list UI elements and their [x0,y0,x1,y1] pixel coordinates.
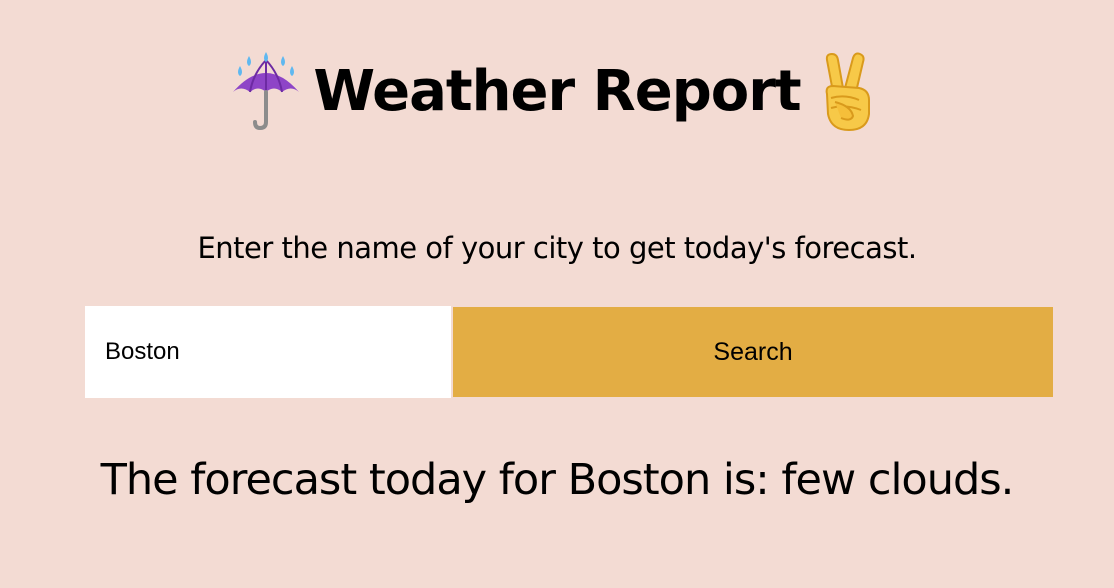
title-row: Weather Report [229,42,884,142]
umbrella-with-rain-drops-icon [229,52,303,132]
city-input[interactable] [85,306,451,398]
search-button[interactable]: Search [453,307,1053,397]
search-form: Search [85,306,1053,398]
page-title: Weather Report [313,59,801,124]
victory-hand-icon [811,52,885,132]
forecast-result: The forecast today for Boston is: few cl… [100,455,1015,505]
page-header: Weather Report [0,42,1114,142]
instructions-text: Enter the name of your city to get today… [197,231,917,265]
